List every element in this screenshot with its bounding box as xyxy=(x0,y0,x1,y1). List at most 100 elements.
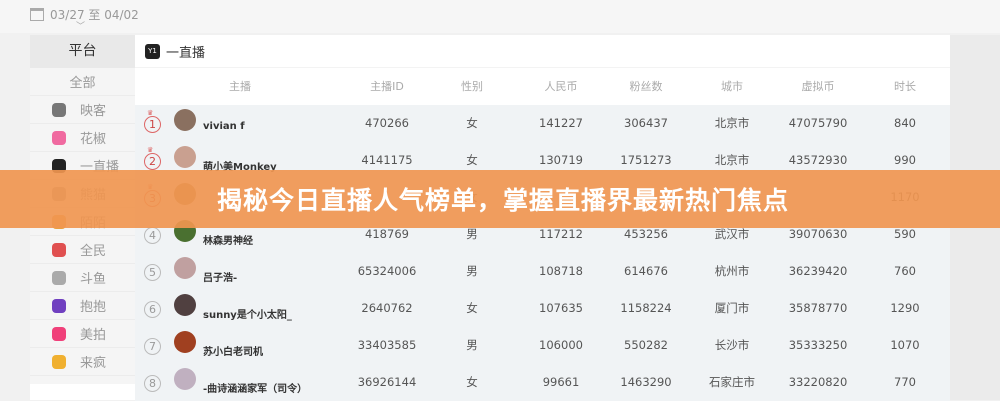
column-header[interactable]: 人民币 xyxy=(545,68,578,105)
platform-title: Y1 一直播 xyxy=(135,35,950,68)
column-header[interactable]: 粉丝数 xyxy=(630,68,663,105)
cell-gender: 女 xyxy=(466,301,478,315)
sidebar-item-label: 映客 xyxy=(80,104,107,119)
table-row[interactable]: 7 苏小白老司机 33403585 男 106000 550282 长沙市 35333250 1… xyxy=(135,327,950,364)
calendar-icon xyxy=(30,8,44,21)
sidebar-item[interactable]: 映客 xyxy=(30,96,135,124)
platform-icon xyxy=(52,326,66,341)
avatar[interactable] xyxy=(174,368,196,390)
anchor-name[interactable]: 林森男神经 xyxy=(203,232,253,247)
cell-fans: 306437 xyxy=(624,116,668,130)
column-header[interactable]: 时长 xyxy=(894,68,916,105)
anchor-name[interactable]: vivian f xyxy=(203,121,245,132)
cell-id: 2640762 xyxy=(361,301,413,315)
cell-gender: 男 xyxy=(466,338,478,352)
table-row[interactable]: ♛ 1 vivian f 470266 女 141227 306437 北京市 47075790… xyxy=(135,105,950,142)
rank-badge: 6 xyxy=(144,301,161,318)
cell-id: 65324006 xyxy=(357,264,417,278)
sidebar-item-label: 来疯 xyxy=(80,356,107,371)
cell-fans: 550282 xyxy=(624,338,668,352)
cell-fans: 1463290 xyxy=(620,375,672,389)
platform-icon xyxy=(52,102,66,117)
cell-city: 石家庄市 xyxy=(709,375,755,389)
sidebar-item-label: 斗鱼 xyxy=(80,272,107,287)
platform-icon xyxy=(52,298,66,313)
cell-city: 厦门市 xyxy=(714,301,750,315)
platform-icon xyxy=(52,130,66,145)
top-bar: 03/27 至 04/02 ﹀ xyxy=(0,0,1000,33)
cell-gender: 女 xyxy=(466,116,478,130)
cell-rmb: 107635 xyxy=(539,301,583,315)
table-row[interactable]: 6 sunny是个小太阳_ 2640762 女 107635 1158224 厦门市 3587… xyxy=(135,290,950,327)
table-body: ♛ 1 vivian f 470266 女 141227 306437 北京市 47075790… xyxy=(135,105,950,401)
cell-rmb: 99661 xyxy=(542,375,580,389)
sidebar-item-label: 美拍 xyxy=(80,328,107,343)
cell-id: 36926144 xyxy=(357,375,417,389)
anchor-name[interactable]: 苏小白老司机 xyxy=(203,343,263,358)
sidebar-item-label: 全民 xyxy=(80,244,107,259)
avatar[interactable] xyxy=(174,146,196,168)
anchor-name[interactable]: 吕子浩- xyxy=(203,269,237,284)
sidebar-item[interactable]: 来疯 xyxy=(30,348,135,376)
rank-badge: 8 xyxy=(144,375,161,392)
rank-badge: 2 xyxy=(144,153,161,170)
platform-icon xyxy=(52,270,66,285)
cell-duration: 840 xyxy=(894,116,916,130)
rank-badge: 4 xyxy=(144,227,161,244)
avatar[interactable] xyxy=(174,331,196,353)
rank-badge: 5 xyxy=(144,264,161,281)
cell-id: 33403585 xyxy=(357,338,417,352)
table-header: 主播 主播ID 性别 人民币 粉丝数 城市 虚拟币 时长 xyxy=(135,68,950,105)
cell-gender: 男 xyxy=(466,264,478,278)
cell-city: 北京市 xyxy=(714,116,750,130)
cell-coins: 33220820 xyxy=(788,375,848,389)
sidebar-item[interactable]: 全民 xyxy=(30,236,135,264)
headline-banner: 揭秘今日直播人气榜单，掌握直播界最新热门焦点 xyxy=(0,170,1000,228)
cell-coins: 36239420 xyxy=(788,264,848,278)
cell-rmb: 106000 xyxy=(539,338,583,352)
cell-gender: 女 xyxy=(466,375,478,389)
cell-city: 杭州市 xyxy=(714,264,750,278)
sidebar-item[interactable]: 美拍 xyxy=(30,320,135,348)
table-row[interactable]: 5 吕子浩- 65324006 男 108718 614676 杭州市 36239420 760 xyxy=(135,253,950,290)
platform-icon xyxy=(52,354,66,369)
sidebar-item[interactable]: 花椒 xyxy=(30,124,135,152)
sidebar-item-all[interactable]: 全部 xyxy=(30,68,135,96)
cell-rmb: 108718 xyxy=(539,264,583,278)
table-row[interactable]: 8 -曲诗涵涵家军（司令） 36926144 女 99661 1463290 石家庄市 332… xyxy=(135,364,950,401)
cell-coins: 47075790 xyxy=(788,116,848,130)
sidebar-item[interactable]: 抱抱 xyxy=(30,292,135,320)
chevron-down-icon[interactable]: ﹀ xyxy=(76,19,85,32)
rank-badge: 7 xyxy=(144,338,161,355)
column-header[interactable]: 主播 xyxy=(229,68,251,105)
anchor-name[interactable]: sunny是个小太阳_ xyxy=(203,306,292,321)
cell-id: 470266 xyxy=(365,116,409,130)
anchor-name[interactable]: -曲诗涵涵家军（司令） xyxy=(203,380,307,395)
sidebar-item-label: 花椒 xyxy=(80,132,107,147)
platform-name: 一直播 xyxy=(166,45,206,61)
date-range: 03/27 至 04/02 xyxy=(50,8,139,22)
cell-duration: 770 xyxy=(894,375,916,389)
avatar[interactable] xyxy=(174,294,196,316)
cell-coins: 35333250 xyxy=(788,338,848,352)
sidebar-item-label: 抱抱 xyxy=(80,300,107,315)
column-header[interactable]: 虚拟币 xyxy=(802,68,835,105)
avatar[interactable] xyxy=(174,257,196,279)
cell-fans: 1158224 xyxy=(620,301,672,315)
rank-badge: 1 xyxy=(144,116,161,133)
cell-fans: 614676 xyxy=(624,264,668,278)
column-header[interactable]: 城市 xyxy=(721,68,743,105)
cell-duration: 1070 xyxy=(890,338,920,352)
cell-duration: 1290 xyxy=(890,301,920,315)
platform-icon xyxy=(52,242,66,257)
headline-text: 揭秘今日直播人气榜单，掌握直播界最新热门焦点 xyxy=(216,186,789,215)
avatar[interactable] xyxy=(174,109,196,131)
cell-rmb: 141227 xyxy=(539,116,583,130)
cell-city: 长沙市 xyxy=(714,338,750,352)
column-header[interactable]: 性别 xyxy=(461,68,483,105)
column-header[interactable]: 主播ID xyxy=(370,68,404,105)
platform-logo-icon: Y1 xyxy=(145,43,160,59)
cell-duration: 760 xyxy=(894,264,916,278)
sidebar-item[interactable]: 斗鱼 xyxy=(30,264,135,292)
cell-coins: 35878770 xyxy=(788,301,848,315)
